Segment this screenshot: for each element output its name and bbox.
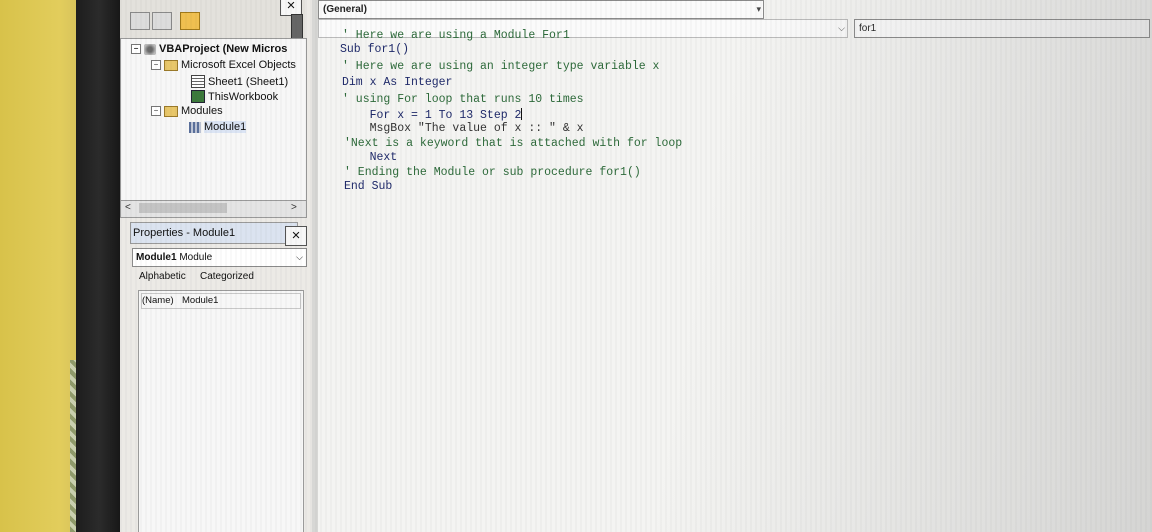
- code-line: ' Here we are using a Module For1: [342, 29, 570, 42]
- code-line: End Sub: [344, 180, 393, 193]
- property-row-name[interactable]: (Name) Module1: [141, 293, 301, 309]
- tree-item-label: Sheet1 (Sheet1): [208, 75, 289, 88]
- properties-grid: (Name) Module1: [138, 290, 304, 532]
- folder-icon: [164, 59, 178, 71]
- tree-item-label: VBAProject (New Micros: [159, 43, 288, 55]
- properties-object-type: Module: [179, 252, 213, 263]
- tree-item-vbaproject[interactable]: − VBAProject (New Micros: [131, 43, 287, 55]
- properties-title-bar: Properties - Module1: [130, 222, 298, 244]
- properties-close-button[interactable]: ×: [285, 226, 307, 246]
- code-line: Next: [342, 151, 398, 164]
- project-explorer-toolbar: ×: [120, 0, 305, 40]
- view-object-button[interactable]: [152, 12, 172, 30]
- object-dropdown[interactable]: (General) ▾: [318, 0, 764, 19]
- code-line: For x = 1 To 13 Step 2: [342, 108, 523, 122]
- code-line: Sub for1(): [340, 43, 410, 56]
- code-window: (General) ▾ ⌵ for1 ' Here we are using a…: [318, 0, 1152, 532]
- code-line-text: For x = 1 To 13 Step 2: [342, 109, 522, 122]
- tab-categorized[interactable]: Categorized: [200, 271, 254, 282]
- property-value[interactable]: Module1: [182, 294, 218, 308]
- folder-icon: [164, 105, 178, 117]
- left-panel: × − VBAProject (New Micros − Microsoft E…: [120, 0, 312, 532]
- code-line: Dim x As Integer: [342, 76, 453, 89]
- vba-editor-screen: × − VBAProject (New Micros − Microsoft E…: [120, 0, 1152, 532]
- worksheet-icon: [191, 75, 205, 88]
- collapse-icon[interactable]: −: [151, 106, 161, 116]
- properties-tabs: Alphabetic Categorized: [134, 268, 304, 286]
- project-tree: − VBAProject (New Micros − Microsoft Exc…: [120, 38, 307, 202]
- tab-alphabetic[interactable]: Alphabetic: [139, 271, 186, 282]
- view-code-button[interactable]: [130, 12, 150, 30]
- tree-item-thisworkbook[interactable]: ThisWorkbook: [191, 90, 278, 103]
- tree-item-excel-objects[interactable]: − Microsoft Excel Objects: [151, 59, 296, 71]
- vbaproject-icon: [144, 43, 156, 55]
- tree-item-label: Module1: [204, 121, 247, 133]
- properties-title: Properties - Module1: [133, 227, 236, 239]
- dropdown-arrow-icon[interactable]: ▾: [756, 1, 761, 18]
- property-key: (Name): [142, 295, 174, 306]
- code-line: ' Ending the Module or sub procedure for…: [344, 166, 641, 179]
- scroll-right-icon[interactable]: >: [291, 202, 297, 213]
- code-line: ' Here we are using an integer type vari…: [342, 60, 660, 73]
- collapse-icon[interactable]: −: [131, 44, 141, 54]
- chevron-down-icon: ⌵: [296, 252, 303, 262]
- toggle-folders-button[interactable]: [180, 12, 200, 30]
- tree-item-sheet1[interactable]: Sheet1 (Sheet1): [191, 75, 288, 88]
- code-line: 'Next is a keyword that is attached with…: [344, 137, 683, 150]
- object-dropdown-value: (General): [323, 4, 367, 15]
- tree-item-label: ThisWorkbook: [208, 90, 279, 103]
- tree-item-module1[interactable]: Module1: [189, 121, 247, 133]
- scroll-left-icon[interactable]: <: [125, 202, 131, 213]
- scrollbar-thumb[interactable]: [139, 203, 227, 213]
- text-cursor: [521, 108, 523, 120]
- monitor-bezel: [76, 0, 122, 532]
- tree-item-modules[interactable]: − Modules: [151, 105, 223, 117]
- tree-item-label: Microsoft Excel Objects: [181, 59, 296, 71]
- module-icon: [189, 121, 201, 133]
- code-line: ' using For loop that runs 10 times: [342, 93, 584, 106]
- properties-object-dropdown[interactable]: Module1 Module ⌵: [132, 248, 307, 267]
- properties-object-name: Module1: [136, 252, 177, 263]
- tree-item-label: Modules: [181, 105, 223, 117]
- project-tree-h-scrollbar[interactable]: < >: [120, 200, 307, 218]
- code-line: MsgBox "The value of x :: " & x: [342, 122, 584, 135]
- collapse-icon[interactable]: −: [151, 60, 161, 70]
- workbook-icon: [191, 90, 205, 103]
- code-editor[interactable]: ' Here we are using a Module For1 Sub fo…: [334, 28, 1134, 498]
- project-explorer-scrollbar[interactable]: [291, 14, 303, 40]
